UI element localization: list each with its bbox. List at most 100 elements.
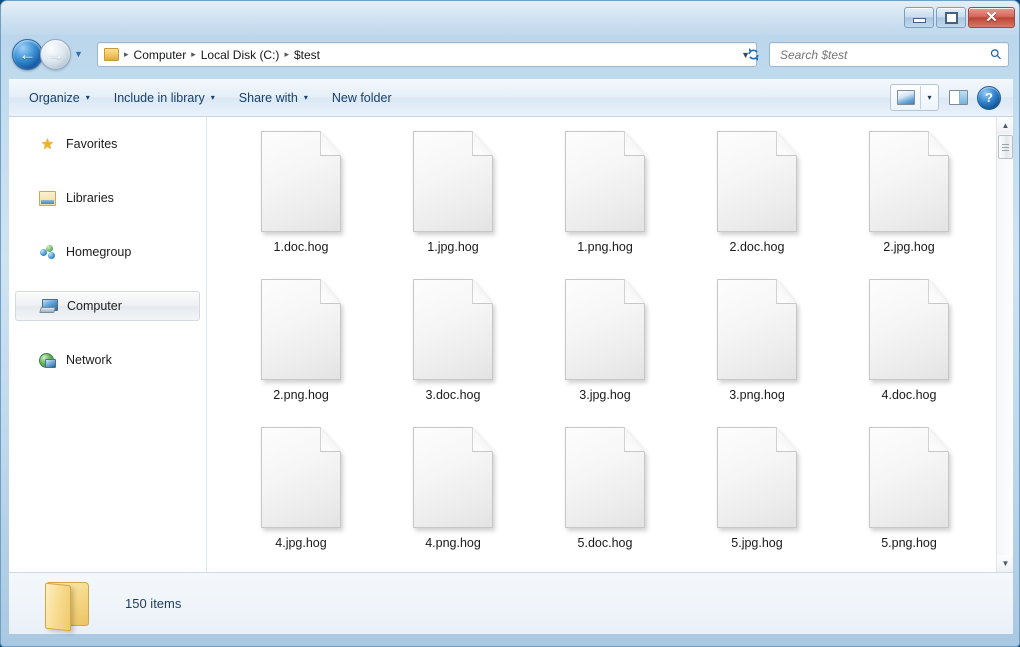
chevron-down-icon: ▾ — [927, 93, 932, 102]
navigation-buttons: ← → ▼ — [12, 39, 83, 70]
document-icon — [717, 131, 797, 232]
file-item[interactable]: 4.doc.hog — [833, 275, 985, 423]
view-change-icon — [896, 90, 915, 105]
file-item[interactable]: 5.jpg.hog — [681, 423, 833, 571]
breadcrumb: ▸ Computer ▸ Local Disk (C:) ▸ $test — [123, 46, 324, 64]
file-name-label: 3.doc.hog — [425, 388, 481, 402]
preview-pane-button[interactable] — [945, 85, 971, 110]
file-item[interactable]: 4.jpg.hog — [225, 423, 377, 571]
scrollbar-thumb[interactable] — [998, 135, 1013, 159]
help-button[interactable]: ? — [977, 85, 1001, 110]
sidebar-item-network[interactable]: Network — [15, 345, 200, 375]
navigation-pane: ★ Favorites Libraries Homegroup Computer — [9, 117, 207, 572]
sidebar-item-homegroup[interactable]: Homegroup — [15, 237, 200, 267]
document-icon — [413, 279, 493, 380]
sidebar-item-libraries[interactable]: Libraries — [15, 183, 200, 213]
document-icon — [565, 279, 645, 380]
file-item[interactable]: 5.doc.hog — [529, 423, 681, 571]
scroll-up-button[interactable]: ▲ — [997, 117, 1013, 134]
sidebar-item-label: Homegroup — [66, 245, 132, 259]
search-box[interactable]: ⚲ — [769, 42, 1009, 67]
file-item[interactable]: 3.jpg.hog — [529, 275, 681, 423]
minimize-button[interactable] — [904, 7, 934, 28]
minimize-icon — [912, 18, 926, 23]
preview-pane-icon — [948, 90, 968, 105]
sidebar-item-favorites[interactable]: ★ Favorites — [15, 129, 200, 159]
maximize-button[interactable] — [936, 7, 966, 28]
sidebar-item-computer[interactable]: Computer — [15, 291, 200, 321]
new-folder-button[interactable]: New folder — [322, 86, 402, 110]
recent-pages-chevron-down-icon[interactable]: ▼ — [74, 50, 83, 59]
close-button[interactable]: ✕ — [968, 7, 1015, 28]
back-button[interactable]: ← — [12, 39, 43, 70]
explorer-window: ✕ ← → ▼ ▸ Computer ▸ Local Disk (C:) ▸ $… — [0, 0, 1020, 647]
breadcrumb-item-local-disk[interactable]: Local Disk (C:) — [197, 46, 284, 64]
document-icon — [261, 131, 341, 232]
organize-button[interactable]: Organize ▾ — [19, 86, 100, 110]
document-icon — [565, 131, 645, 232]
file-name-label: 1.png.hog — [577, 240, 633, 254]
sidebar-item-label: Libraries — [66, 191, 114, 205]
file-item[interactable]: 1.doc.hog — [225, 127, 377, 275]
scroll-down-button[interactable]: ▼ — [997, 555, 1013, 572]
file-item[interactable]: 5.png.hog — [833, 423, 985, 571]
command-toolbar: Organize ▾ Include in library ▾ Share wi… — [9, 79, 1013, 117]
sidebar-item-label: Favorites — [66, 137, 118, 151]
change-view-button[interactable] — [891, 86, 920, 109]
chevron-down-icon: ▾ — [85, 93, 90, 102]
organize-label: Organize — [29, 90, 80, 105]
file-item[interactable]: 3.png.hog — [681, 275, 833, 423]
file-item[interactable]: 4.png.hog — [377, 423, 529, 571]
item-count-label: 150 items — [125, 596, 182, 611]
refresh-button[interactable] — [743, 44, 764, 65]
triangle-up-icon: ▲ — [1001, 121, 1010, 130]
file-item[interactable]: 3.doc.hog — [377, 275, 529, 423]
address-bar-row: ← → ▼ ▸ Computer ▸ Local Disk (C:) ▸ $te… — [1, 35, 1020, 79]
maximize-icon — [944, 11, 958, 24]
file-name-label: 1.doc.hog — [273, 240, 329, 254]
window-controls: ✕ — [904, 7, 1015, 28]
file-name-label: 5.png.hog — [881, 536, 937, 550]
file-item[interactable]: 2.png.hog — [225, 275, 377, 423]
document-icon — [869, 279, 949, 380]
refresh-icon — [748, 48, 759, 61]
file-name-label: 5.jpg.hog — [731, 536, 783, 550]
file-name-label: 3.png.hog — [729, 388, 785, 402]
include-in-library-button[interactable]: Include in library ▾ — [104, 86, 225, 110]
sidebar-item-label: Computer — [67, 299, 122, 313]
document-icon — [413, 131, 493, 232]
vertical-scrollbar[interactable]: ▲ ▼ — [996, 117, 1013, 572]
breadcrumb-item-test[interactable]: $test — [290, 46, 324, 64]
file-name-label: 2.png.hog — [273, 388, 329, 402]
back-arrow-icon: ← — [19, 45, 36, 64]
close-icon: ✕ — [985, 9, 998, 26]
address-bar[interactable]: ▸ Computer ▸ Local Disk (C:) ▸ $test ▼ — [97, 42, 757, 67]
file-item[interactable]: 2.doc.hog — [681, 127, 833, 275]
library-icon — [39, 190, 56, 206]
include-in-library-label: Include in library — [113, 90, 205, 105]
document-icon — [717, 279, 797, 380]
share-with-button[interactable]: Share with ▾ — [229, 86, 318, 110]
file-list-pane[interactable]: 1.doc.hog 1.jpg.hog 1.png.hog 2.doc.hog 2.jp… — [207, 117, 1013, 572]
file-name-label: 2.jpg.hog — [883, 240, 935, 254]
chevron-down-icon: ▾ — [210, 93, 215, 102]
forward-button[interactable]: → — [40, 39, 71, 70]
explorer-body: ★ Favorites Libraries Homegroup Computer — [9, 117, 1013, 572]
file-name-label: 2.doc.hog — [729, 240, 785, 254]
file-item[interactable]: 1.png.hog — [529, 127, 681, 275]
document-icon — [261, 427, 341, 528]
chevron-down-icon: ▾ — [303, 93, 308, 102]
computer-icon — [39, 298, 58, 314]
document-icon — [413, 427, 493, 528]
file-item[interactable]: 1.jpg.hog — [377, 127, 529, 275]
view-options-button[interactable]: ▾ — [920, 86, 938, 109]
file-item[interactable]: 2.jpg.hog — [833, 127, 985, 275]
help-icon: ? — [985, 90, 993, 105]
new-folder-label: New folder — [331, 90, 392, 105]
triangle-down-icon: ▼ — [1001, 559, 1010, 568]
view-control-group: ▾ — [890, 84, 939, 111]
file-grid: 1.doc.hog 1.jpg.hog 1.png.hog 2.doc.hog 2.jp… — [207, 117, 1013, 571]
breadcrumb-item-computer[interactable]: Computer — [130, 46, 191, 64]
status-bar: 150 items — [9, 572, 1013, 634]
search-input[interactable] — [778, 46, 991, 63]
